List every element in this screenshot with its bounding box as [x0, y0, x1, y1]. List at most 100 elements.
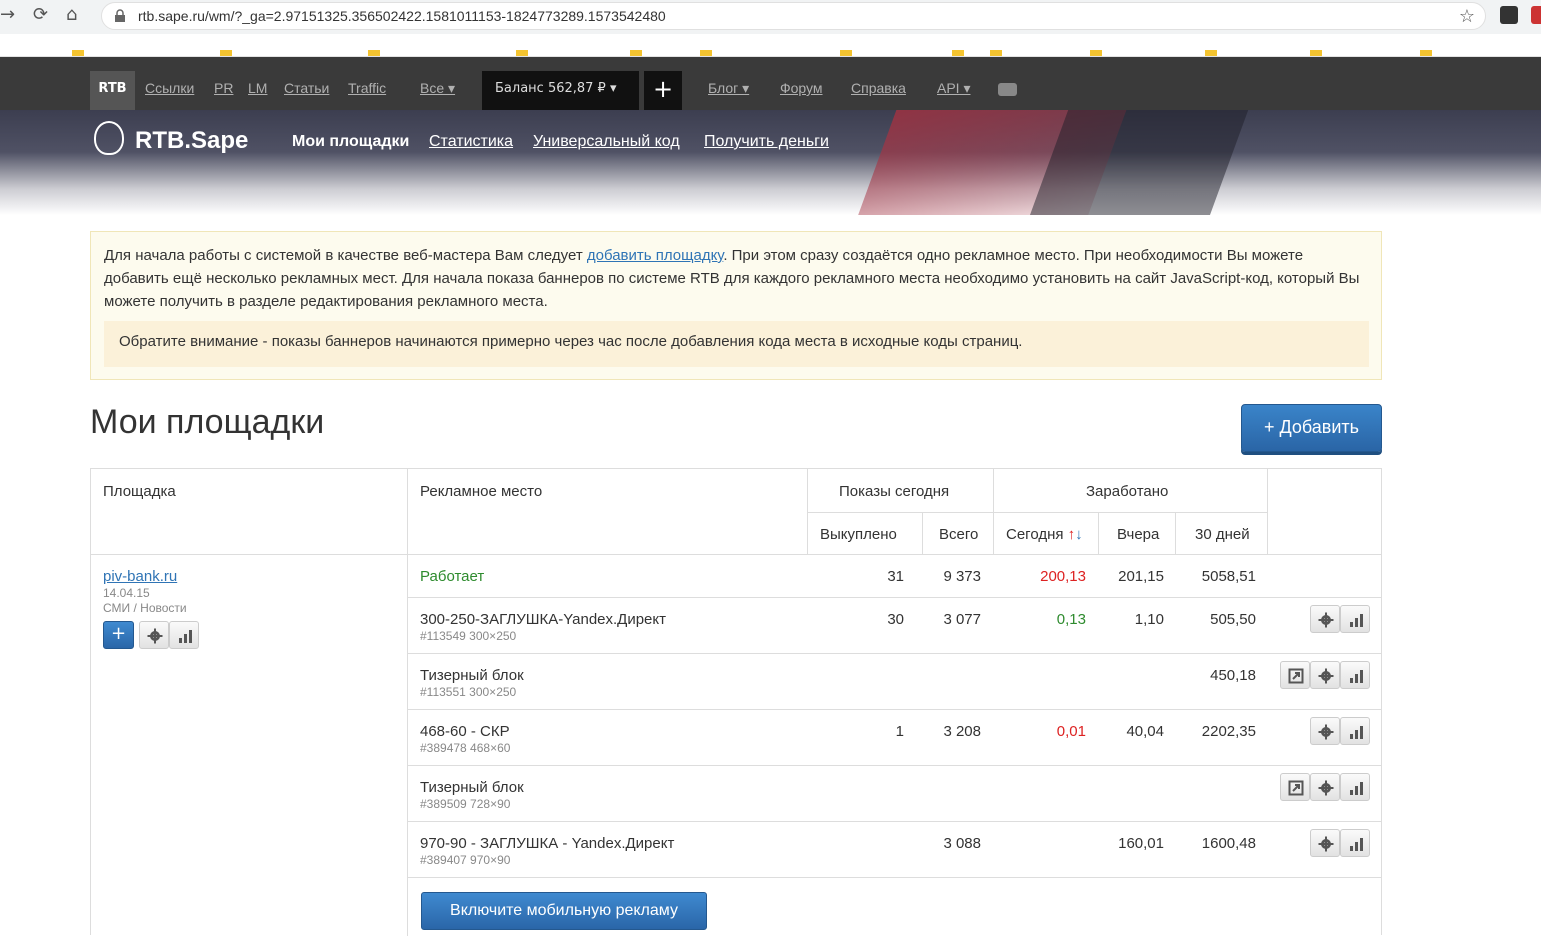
nav-my-sites[interactable]: Мои площадки [292, 133, 409, 151]
address-bar[interactable]: rtb.sape.ru/wm/?_ga=2.97151325.356502422… [101, 2, 1486, 30]
logo-text[interactable]: RTB.Sape [135, 127, 248, 155]
place-stats-button[interactable] [1340, 661, 1370, 689]
add-place-button[interactable]: + [103, 621, 134, 649]
header-background [1028, 110, 1252, 215]
back-icon[interactable]: → [0, 4, 15, 25]
site-stats-button[interactable] [169, 621, 199, 649]
topbar-blog-dropdown[interactable]: Блог ▾ [708, 80, 749, 97]
gear-icon [1318, 668, 1334, 684]
brain-logo-icon[interactable] [94, 121, 124, 155]
col-header-place: Рекламное место [420, 483, 543, 500]
place-id: #389478 468×60 [420, 741, 511, 755]
place-total: 3 077 [943, 611, 981, 628]
bookmark-folder-icon[interactable] [516, 50, 528, 56]
place-stats-button[interactable] [1340, 717, 1370, 745]
place-id: #113549 300×250 [420, 629, 517, 643]
topbar-link-links[interactable]: Ссылки [145, 80, 194, 96]
topbar-all-dropdown[interactable]: Все ▾ [420, 80, 455, 97]
col-header-30days[interactable]: 30 дней [1195, 526, 1250, 543]
place-today: 0,01 [1056, 723, 1086, 740]
info-notice: Для начала работы с системой в качестве … [90, 231, 1382, 380]
col-header-total[interactable]: Всего [939, 526, 978, 543]
place-bought: 1 [895, 723, 904, 740]
bookmark-folder-icon[interactable] [630, 50, 642, 56]
balance-dropdown[interactable]: Баланс 562,87 ₽ ▾ [482, 71, 639, 110]
bookmark-folder-icon[interactable] [952, 50, 964, 56]
site-status: Работает [420, 568, 485, 585]
place-stats-button[interactable] [1340, 773, 1370, 801]
place-preview-button[interactable] [1280, 661, 1310, 689]
topbar-link-traffic[interactable]: Traffic [348, 80, 386, 96]
place-today: 0,13 [1056, 611, 1086, 628]
place-name: Тизерный блок [420, 779, 524, 796]
bookmark-star-icon[interactable]: ☆ [1459, 6, 1475, 27]
place-yesterday: 1,10 [1134, 611, 1164, 628]
topbar-help-link[interactable]: Справка [851, 80, 906, 96]
topup-button[interactable]: + [644, 71, 682, 110]
topbar-link-articles[interactable]: Статьи [284, 80, 329, 96]
topbar-rtb[interactable]: RTB [90, 71, 135, 110]
nav-statistics[interactable]: Статистика [429, 133, 513, 151]
extension-icon[interactable] [1531, 6, 1541, 24]
bookmark-folder-icon[interactable] [1090, 50, 1102, 56]
column-divider [407, 469, 408, 936]
place-id: #113551 300×250 [420, 685, 517, 699]
place-settings-button[interactable] [1310, 717, 1340, 745]
external-link-icon [1288, 668, 1304, 684]
topbar-api-dropdown[interactable]: API ▾ [937, 80, 970, 97]
add-site-button[interactable]: + Добавить [1241, 404, 1382, 452]
place-settings-button[interactable] [1310, 829, 1340, 857]
home-icon[interactable]: ⌂ [66, 4, 77, 25]
bookmark-folder-icon[interactable] [1420, 50, 1432, 56]
topbar-link-pr[interactable]: PR [214, 80, 233, 96]
place-settings-button[interactable] [1310, 605, 1340, 633]
col-header-bought[interactable]: Выкуплено [820, 526, 897, 543]
nav-universal-code[interactable]: Универсальный код [533, 133, 680, 151]
lock-icon [115, 9, 125, 22]
browser-toolbar: → ⟳ ⌂ rtb.sape.ru/wm/?_ga=2.97151325.356… [0, 0, 1541, 34]
bookmark-folder-icon[interactable] [1205, 50, 1217, 56]
sites-table: Площадка Рекламное место Показы сегодня … [90, 468, 1382, 936]
chat-icon[interactable] [998, 83, 1017, 96]
nav-get-money[interactable]: Получить деньги [704, 133, 829, 151]
bar-chart-icon [1350, 614, 1363, 627]
extension-icon[interactable] [1500, 6, 1518, 24]
bookmark-folder-icon[interactable] [368, 50, 380, 56]
add-site-link[interactable]: добавить площадку [587, 247, 723, 264]
gear-icon [1318, 724, 1334, 740]
column-divider [1175, 512, 1176, 554]
url-text: rtb.sape.ru/wm/?_ga=2.97151325.356502422… [138, 8, 666, 24]
column-divider [922, 512, 923, 554]
bookmark-folder-icon[interactable] [72, 50, 84, 56]
site-link[interactable]: piv-bank.ru [103, 568, 177, 585]
place-stats-button[interactable] [1340, 829, 1370, 857]
site-settings-button[interactable] [139, 621, 169, 649]
summary-today: 200,13 [1040, 568, 1086, 585]
place-stats-button[interactable] [1340, 605, 1370, 633]
notice-text-start: Для начала работы с системой в качестве … [104, 247, 587, 264]
topbar-forum-link[interactable]: Форум [780, 80, 823, 96]
row-divider [407, 821, 1381, 822]
col-header-earned: Заработано [1086, 483, 1169, 500]
place-settings-button[interactable] [1310, 773, 1340, 801]
place-yesterday: 160,01 [1118, 835, 1164, 852]
bookmark-folder-icon[interactable] [840, 50, 852, 56]
col-header-today[interactable]: Сегодня ↑↓ [1006, 526, 1083, 543]
bookmark-folder-icon[interactable] [700, 50, 712, 56]
row-divider [91, 554, 1381, 555]
summary-total: 9 373 [943, 568, 981, 585]
bar-chart-icon [179, 630, 192, 643]
place-settings-button[interactable] [1310, 661, 1340, 689]
bookmark-folder-icon[interactable] [990, 50, 1002, 56]
bookmark-folder-icon[interactable] [220, 50, 232, 56]
gear-icon [1318, 836, 1334, 852]
place-bought: 30 [887, 611, 904, 628]
reload-icon[interactable]: ⟳ [33, 4, 48, 25]
summary-bought: 31 [887, 568, 904, 585]
col-header-today-label: Сегодня [1006, 526, 1064, 543]
col-header-yesterday[interactable]: Вчера [1117, 526, 1159, 543]
bookmark-folder-icon[interactable] [1310, 50, 1322, 56]
place-preview-button[interactable] [1280, 773, 1310, 801]
topbar-link-lm[interactable]: LM [248, 80, 267, 96]
enable-mobile-ads-button[interactable]: Включите мобильную рекламу [421, 892, 707, 930]
